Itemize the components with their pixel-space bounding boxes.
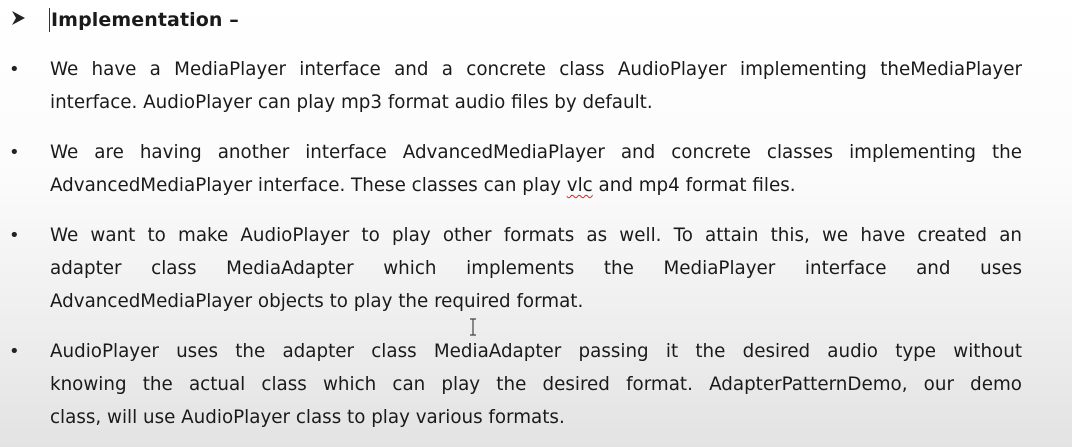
text-line: class, will use AudioPlayer class to pla…: [50, 407, 565, 428]
text-run: AdvancedMediaPlayer interface. These cla…: [50, 175, 567, 196]
text-caret: [49, 8, 50, 32]
text-line: AdvancedMediaPlayer objects to play the …: [50, 291, 584, 312]
text-line: interface. AudioPlayer can play mp3 form…: [50, 92, 653, 113]
bullet-icon: •: [9, 59, 20, 80]
text-line: knowing the actual class which can play …: [50, 374, 1022, 395]
text-line: We are having another interface Advanced…: [50, 142, 1022, 163]
text-ibeam-cursor-icon: [468, 318, 478, 336]
list-item-text[interactable]: We want to make AudioPlayer to play othe…: [50, 219, 1022, 318]
heading-text[interactable]: Implementation –: [51, 7, 239, 33]
section-heading: Implementation –: [0, 5, 1072, 35]
text-run: and mp4 format files.: [592, 175, 796, 196]
bullet-icon: •: [9, 225, 20, 246]
arrow-right-bullet-icon: [10, 8, 28, 28]
document-page: Implementation – • We have a MediaPlayer…: [0, 0, 1072, 447]
text-line: We have a MediaPlayer interface and a co…: [50, 59, 1022, 80]
text-line: AdvancedMediaPlayer interface. These cla…: [50, 169, 1022, 202]
text-line: We want to make AudioPlayer to play othe…: [50, 225, 1022, 246]
list-item-text[interactable]: AudioPlayer uses the adapter class Media…: [50, 335, 1022, 434]
bullet-icon: •: [9, 142, 20, 163]
text-line: AudioPlayer uses the adapter class Media…: [50, 341, 1022, 362]
list-item-text[interactable]: We have a MediaPlayer interface and a co…: [50, 53, 1022, 119]
spellcheck-flagged-word[interactable]: vlc: [567, 175, 593, 196]
list-item-text[interactable]: We are having another interface Advanced…: [50, 136, 1022, 202]
text-line: adapter class MediaAdapter which impleme…: [50, 258, 1022, 279]
bullet-icon: •: [9, 341, 20, 362]
